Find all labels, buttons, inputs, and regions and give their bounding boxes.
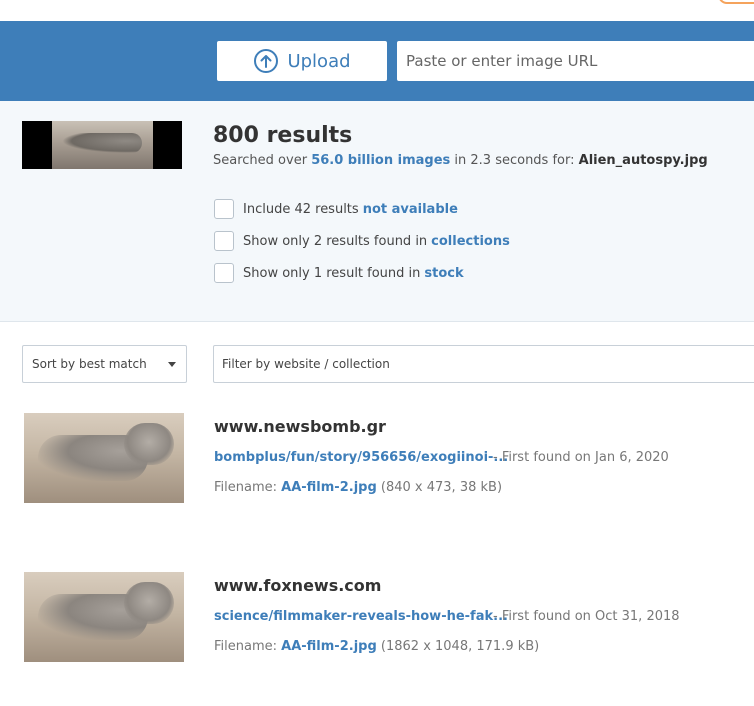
top-navigation-bar	[0, 0, 754, 21]
first-found-date: - First found on Jan 6, 2020	[493, 450, 669, 465]
filter-collections[interactable]: Show only 2 results found in collections	[214, 231, 510, 251]
result-thumbnail[interactable]	[24, 572, 184, 662]
result-site: www.newsbomb.gr	[214, 417, 386, 436]
filter-label: Show only 2 results found in collections	[243, 233, 510, 249]
sort-value: Sort by best match	[32, 357, 147, 371]
filename-link[interactable]: AA-film-2.jpg	[281, 480, 377, 495]
filter-checkbox[interactable]	[214, 263, 234, 283]
search-bar-band: Upload	[0, 21, 754, 101]
collections-link[interactable]: collections	[431, 234, 510, 249]
filter-label: Include 42 results not available	[243, 201, 458, 217]
filter-stock[interactable]: Show only 1 result found in stock	[214, 263, 464, 283]
filename-link[interactable]: AA-film-2.jpg	[281, 639, 377, 654]
image-url-input[interactable]	[397, 41, 754, 81]
website-filter-input[interactable]: Filter by website / collection	[213, 345, 754, 383]
result-page-link[interactable]: science/filmmaker-reveals-how-he-fak...	[214, 609, 508, 624]
result-site: www.foxnews.com	[214, 576, 382, 595]
account-menu-button[interactable]	[718, 0, 754, 4]
stock-link[interactable]: stock	[424, 266, 463, 281]
not-available-link[interactable]: not available	[363, 202, 458, 217]
search-info: Searched over 56.0 billion images in 2.3…	[213, 153, 708, 168]
filter-placeholder: Filter by website / collection	[222, 357, 390, 371]
first-found-date: - First found on Oct 31, 2018	[493, 609, 680, 624]
upload-button[interactable]: Upload	[217, 41, 387, 81]
filter-checkbox[interactable]	[214, 231, 234, 251]
chevron-down-icon	[168, 362, 176, 367]
result-filename: Filename: AA-film-2.jpg (840 x 473, 38 k…	[214, 480, 503, 495]
upload-button-label: Upload	[287, 50, 351, 72]
query-image-thumbnail[interactable]	[22, 121, 182, 169]
filter-not-available[interactable]: Include 42 results not available	[214, 199, 458, 219]
filter-checkbox[interactable]	[214, 199, 234, 219]
index-size-link[interactable]: 56.0 billion images	[311, 153, 450, 168]
sort-dropdown[interactable]: Sort by best match	[22, 345, 187, 383]
upload-arrow-circle-icon	[254, 49, 279, 73]
query-filename: Alien_autospy.jpg	[578, 153, 708, 168]
result-page-link[interactable]: bombplus/fun/story/956656/exogiinoi-...	[214, 450, 508, 465]
result-thumbnail[interactable]	[24, 413, 184, 503]
results-summary-panel: 800 results Searched over 56.0 billion i…	[0, 101, 754, 322]
filter-label: Show only 1 result found in stock	[243, 265, 464, 281]
query-image	[52, 121, 153, 169]
result-filename: Filename: AA-film-2.jpg (1862 x 1048, 17…	[214, 639, 540, 654]
result-count: 800 results	[213, 123, 353, 148]
